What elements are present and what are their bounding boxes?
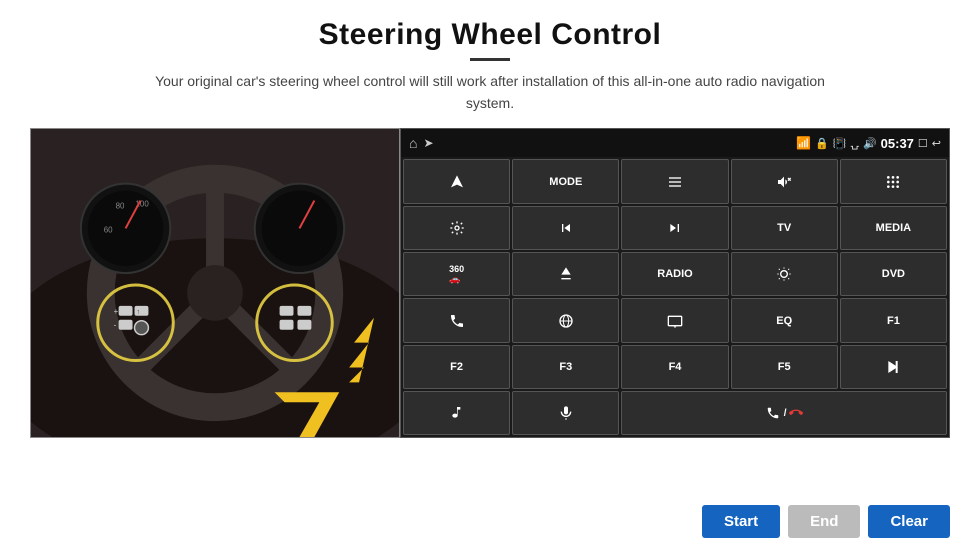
btn-phone[interactable]: [403, 298, 510, 342]
status-left: ⌂ ➤: [409, 135, 434, 151]
btn-brightness[interactable]: [731, 252, 838, 296]
status-bar: ⌂ ➤ 📶 🔒 📳 ⍽ 🔊 05:37 ☐ ↩: [401, 129, 949, 157]
btn-settings[interactable]: [403, 206, 510, 250]
status-right: 📶 🔒 📳 ⍽ 🔊 05:37 ☐ ↩: [796, 136, 941, 151]
btn-f2[interactable]: F2: [403, 345, 510, 389]
btn-f4[interactable]: F4: [621, 345, 728, 389]
svg-text:+: +: [114, 307, 119, 316]
clear-button[interactable]: Clear: [868, 505, 950, 538]
btn-mode[interactable]: MODE: [512, 159, 619, 203]
btn-mic[interactable]: [512, 391, 619, 435]
btn-screen[interactable]: [621, 298, 728, 342]
btn-list[interactable]: [621, 159, 728, 203]
radio-panel: ⌂ ➤ 📶 🔒 📳 ⍽ 🔊 05:37 ☐ ↩: [400, 128, 950, 438]
navigate-icon: ➤: [423, 136, 433, 150]
bluetooth-icon: ⍽: [851, 137, 859, 150]
btn-playpause[interactable]: [840, 345, 947, 389]
page-wrapper: Steering Wheel Control Your original car…: [0, 0, 980, 544]
btn-f3[interactable]: F3: [512, 345, 619, 389]
btn-media[interactable]: MEDIA: [840, 206, 947, 250]
btn-eject[interactable]: [512, 252, 619, 296]
back-icon: ↩: [932, 137, 941, 150]
btn-360[interactable]: 360🚗: [403, 252, 510, 296]
button-grid: MODE TV: [401, 157, 949, 437]
start-button[interactable]: Start: [702, 505, 780, 538]
content-row: + - ↑ 60 80 100: [0, 128, 980, 499]
svg-text:60: 60: [104, 226, 113, 235]
btn-music[interactable]: [403, 391, 510, 435]
end-button[interactable]: End: [788, 505, 860, 538]
btn-dvd[interactable]: DVD: [840, 252, 947, 296]
svg-text:↑: ↑: [137, 309, 140, 316]
btn-browser[interactable]: [512, 298, 619, 342]
btn-mute[interactable]: [731, 159, 838, 203]
btn-navigate[interactable]: [403, 159, 510, 203]
title-divider: [470, 58, 510, 61]
btn-f1[interactable]: F1: [840, 298, 947, 342]
bottom-buttons-bar: Start End Clear: [0, 499, 980, 544]
wifi-icon: 📶: [796, 136, 811, 150]
window-icon: ☐: [918, 137, 928, 150]
page-title: Steering Wheel Control: [319, 18, 662, 52]
subtitle-text: Your original car's steering wheel contr…: [130, 71, 850, 114]
btn-prev[interactable]: [512, 206, 619, 250]
volume-icon: 🔊: [863, 137, 877, 150]
lock-icon: 🔒: [815, 137, 829, 150]
btn-apps[interactable]: [840, 159, 947, 203]
btn-tv[interactable]: TV: [731, 206, 838, 250]
top-section: Steering Wheel Control Your original car…: [0, 0, 980, 128]
btn-next[interactable]: [621, 206, 728, 250]
btn-eq[interactable]: EQ: [731, 298, 838, 342]
svg-text:-: -: [114, 321, 117, 330]
btn-f5[interactable]: F5: [731, 345, 838, 389]
status-time: 05:37: [881, 136, 914, 151]
btn-call-endcall[interactable]: /: [621, 391, 947, 435]
sim-icon: 📳: [833, 137, 847, 150]
btn-radio[interactable]: RADIO: [621, 252, 728, 296]
svg-text:80: 80: [116, 202, 125, 211]
home-icon: ⌂: [409, 135, 417, 151]
car-image: + - ↑ 60 80 100: [30, 128, 400, 438]
